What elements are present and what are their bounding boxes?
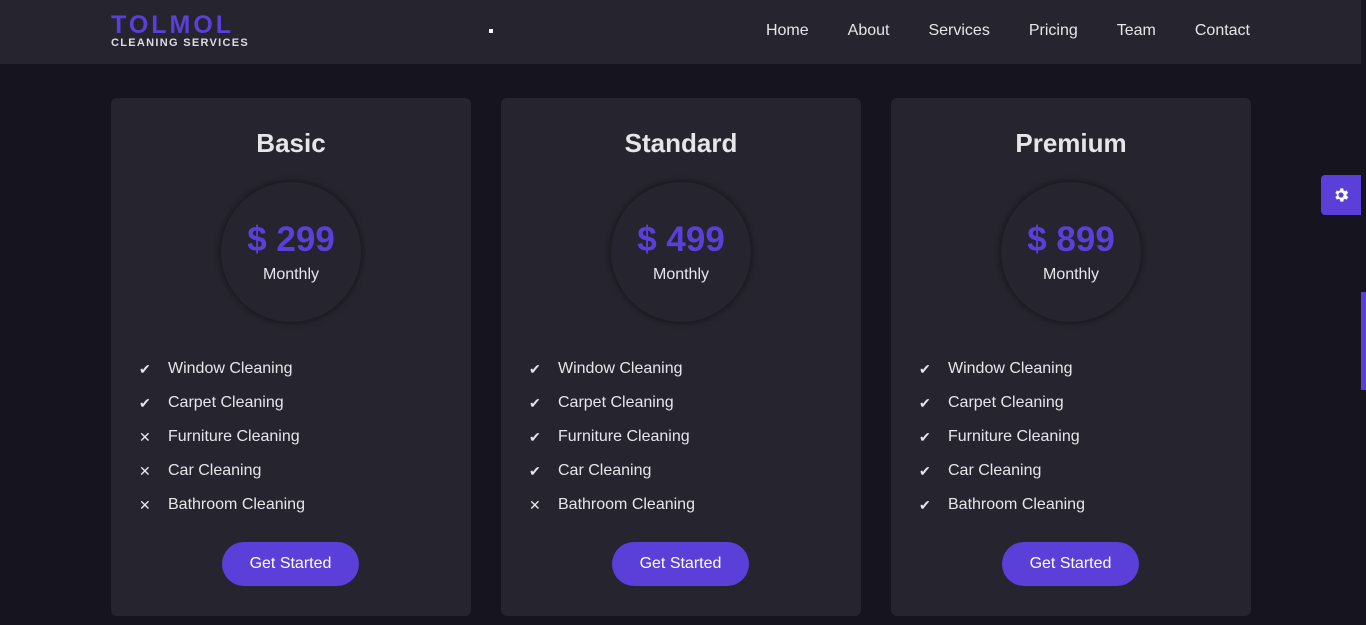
feature-item: ✔ Carpet Cleaning bbox=[919, 386, 1085, 420]
feature-list: ✔ Window Cleaning ✔ Carpet Cleaning ✕ Furni… bbox=[139, 352, 305, 522]
price-circle: $ 899 Monthly bbox=[1001, 182, 1141, 322]
check-icon: ✔ bbox=[529, 394, 541, 411]
plan-period: Monthly bbox=[1042, 266, 1100, 283]
feature-item: ✕ Car Cleaning bbox=[139, 454, 305, 488]
pricing-card-premium: Premium $ 899 Monthly ✔ Window Cleaning ✔… bbox=[891, 98, 1251, 616]
main-nav: Home About Services Pricing Team Contact bbox=[727, 21, 1250, 41]
feature-label: Carpet Cleaning bbox=[558, 394, 674, 411]
price-circle: $ 299 Monthly bbox=[221, 182, 361, 322]
feature-label: Car Cleaning bbox=[558, 462, 652, 479]
get-started-button[interactable]: Get Started bbox=[612, 542, 749, 586]
nav-home[interactable]: Home bbox=[766, 21, 809, 41]
feature-item: ✔ Carpet Cleaning bbox=[139, 386, 305, 420]
scrollbar-thumb[interactable] bbox=[1361, 292, 1366, 390]
feature-label: Furniture Cleaning bbox=[558, 428, 690, 445]
feature-label: Bathroom Cleaning bbox=[168, 496, 305, 513]
feature-label: Car Cleaning bbox=[948, 462, 1042, 479]
feature-item: ✕ Bathroom Cleaning bbox=[139, 488, 305, 522]
plan-price: $ 499 bbox=[637, 220, 725, 259]
feature-item: ✔ Furniture Cleaning bbox=[529, 420, 695, 454]
cross-icon: ✕ bbox=[139, 496, 151, 513]
check-icon: ✔ bbox=[919, 394, 931, 411]
settings-toggle-button[interactable] bbox=[1321, 175, 1361, 215]
cross-icon: ✕ bbox=[529, 496, 541, 513]
gear-icon bbox=[1335, 188, 1349, 202]
feature-label: Carpet Cleaning bbox=[948, 394, 1064, 411]
pricing-card-standard: Standard $ 499 Monthly ✔ Window Cleaning … bbox=[501, 98, 861, 616]
get-started-button[interactable]: Get Started bbox=[222, 542, 359, 586]
check-icon: ✔ bbox=[919, 462, 931, 479]
plan-price: $ 299 bbox=[247, 220, 335, 259]
feature-item: ✕ Furniture Cleaning bbox=[139, 420, 305, 454]
nav-contact[interactable]: Contact bbox=[1195, 21, 1250, 41]
plan-title: Basic bbox=[256, 128, 326, 158]
check-icon: ✔ bbox=[919, 428, 931, 445]
nav-about[interactable]: About bbox=[848, 21, 890, 41]
feature-label: Window Cleaning bbox=[948, 360, 1073, 377]
feature-item: ✔ Window Cleaning bbox=[139, 352, 305, 386]
pricing-cards: Basic $ 299 Monthly ✔ Window Cleaning ✔ Ca… bbox=[111, 98, 1251, 616]
feature-item: ✔ Car Cleaning bbox=[529, 454, 695, 488]
feature-label: Furniture Cleaning bbox=[948, 428, 1080, 445]
plan-title: Premium bbox=[1015, 128, 1127, 158]
check-icon: ✔ bbox=[919, 496, 931, 513]
nav-pricing[interactable]: Pricing bbox=[1029, 21, 1078, 41]
brand-tagline: CLEANING SERVICES bbox=[111, 37, 250, 49]
plan-title: Standard bbox=[624, 128, 738, 158]
check-icon: ✔ bbox=[529, 462, 541, 479]
price-circle: $ 499 Monthly bbox=[611, 182, 751, 322]
feature-item: ✔ Car Cleaning bbox=[919, 454, 1085, 488]
feature-list: ✔ Window Cleaning ✔ Carpet Cleaning ✔ Furni… bbox=[919, 352, 1085, 522]
plan-period: Monthly bbox=[652, 266, 710, 283]
feature-item: ✔ Furniture Cleaning bbox=[919, 420, 1085, 454]
feature-label: Bathroom Cleaning bbox=[948, 496, 1085, 513]
cross-icon: ✕ bbox=[139, 462, 151, 479]
feature-label: Window Cleaning bbox=[558, 360, 683, 377]
feature-label: Furniture Cleaning bbox=[168, 428, 300, 445]
brand-name: TOLMOL bbox=[111, 11, 235, 39]
feature-item: ✕ Bathroom Cleaning bbox=[529, 488, 695, 522]
pricing-card-basic: Basic $ 299 Monthly ✔ Window Cleaning ✔ Ca… bbox=[111, 98, 471, 616]
nav-dot bbox=[489, 29, 493, 33]
nav-services[interactable]: Services bbox=[928, 21, 989, 41]
feature-item: ✔ Carpet Cleaning bbox=[529, 386, 695, 420]
check-icon: ✔ bbox=[529, 360, 541, 377]
feature-label: Window Cleaning bbox=[168, 360, 293, 377]
nav-team[interactable]: Team bbox=[1117, 21, 1156, 41]
check-icon: ✔ bbox=[529, 428, 541, 445]
brand-logo[interactable]: TOLMOL CLEANING SERVICES bbox=[111, 11, 250, 50]
feature-label: Car Cleaning bbox=[168, 462, 262, 479]
navbar: TOLMOL CLEANING SERVICES Home About Serv… bbox=[0, 0, 1361, 64]
cross-icon: ✕ bbox=[139, 428, 151, 445]
check-icon: ✔ bbox=[139, 394, 151, 411]
feature-item: ✔ Bathroom Cleaning bbox=[919, 488, 1085, 522]
feature-label: Bathroom Cleaning bbox=[558, 496, 695, 513]
check-icon: ✔ bbox=[139, 360, 151, 377]
feature-list: ✔ Window Cleaning ✔ Carpet Cleaning ✔ Furni… bbox=[529, 352, 695, 522]
feature-item: ✔ Window Cleaning bbox=[529, 352, 695, 386]
check-icon: ✔ bbox=[919, 360, 931, 377]
get-started-button[interactable]: Get Started bbox=[1002, 542, 1139, 586]
plan-price: $ 899 bbox=[1027, 220, 1115, 259]
scrollbar[interactable] bbox=[1361, 0, 1366, 625]
plan-period: Monthly bbox=[262, 266, 320, 283]
feature-item: ✔ Window Cleaning bbox=[919, 352, 1085, 386]
feature-label: Carpet Cleaning bbox=[168, 394, 284, 411]
